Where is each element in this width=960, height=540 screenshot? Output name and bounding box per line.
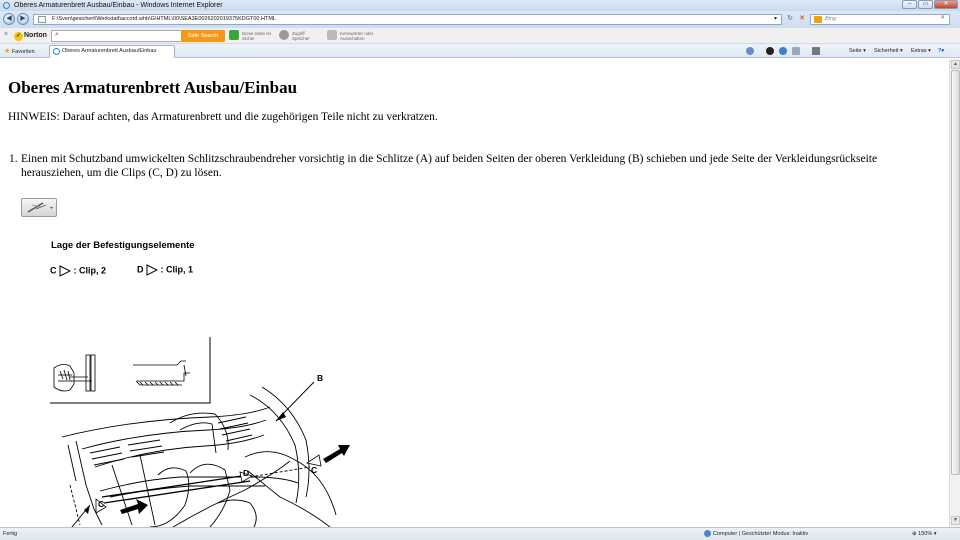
zoom-level: 150% [918,531,933,537]
magnifier-icon: ⌕ [55,31,59,38]
tool-info-button[interactable] [21,198,57,217]
mail-button[interactable] [792,46,800,56]
norton-close-icon[interactable]: × [4,31,8,38]
safety-menu[interactable]: Sicherheit ▾ [874,46,903,56]
back-arrow-icon: ◀ [6,15,12,22]
callout-b: B [317,373,324,383]
page-icon [38,16,46,23]
scroll-thumb[interactable] [951,70,960,475]
norton-brand: Norton [24,32,47,39]
research-button[interactable] [766,46,774,56]
address-dropdown-icon[interactable]: ▾ [774,15,777,22]
help-menu[interactable]: ?▾ [938,46,944,56]
back-button[interactable]: ◀ [3,13,15,25]
refresh-icon[interactable]: ↻ [785,14,795,24]
ie-logo-icon [3,2,10,9]
forward-arrow-icon: ▶ [20,15,26,22]
search-placeholder: Bing [825,16,837,22]
page-title: Oberes Armaturenbrett Ausbau/Einbau [8,78,298,97]
callout-c-right: C [311,465,318,475]
page-menu[interactable]: Seite ▾ [849,46,866,56]
computer-zone-icon [704,530,711,538]
forward-button[interactable]: ▶ [17,13,29,25]
address-input[interactable]: F:\Sven\gesichert\Werkstatt\accord.whb\G… [33,14,782,25]
fastener-figure: Lage der Befestigungselemente C : Clip, … [40,235,350,527]
home-button[interactable] [746,46,754,56]
callout-d: D [243,468,250,478]
password-icon [327,30,337,40]
tab-title: Oberes Armaturenbrett Ausbau/Einbau [62,48,157,54]
norton-search-input[interactable]: ⌕ [51,30,182,42]
search-input[interactable]: Bing [810,14,950,25]
vault-icon [279,30,289,40]
tool-line2: Sicher [242,36,255,41]
info-icon [766,46,774,55]
clip-c-drawing [53,354,96,392]
feed-icon [779,46,787,55]
close-button[interactable]: ✕ [934,0,958,9]
tool-line2: Speicher [292,36,310,41]
status-text: Fertig [3,531,18,537]
screwdriver-icon [27,202,53,213]
home-icon [746,46,754,55]
norton-toolbar: × ✓ Norton ⌕ Safe Search Diese Seite ist S… [0,28,960,44]
step-text: Einen mit Schutzband umwickelten Schlitz… [21,153,878,179]
zone-text: Computer | Geschützter Modus: Inaktiv [713,531,809,537]
title-bar: Oberes Armaturenbrett Ausbau/Einbau - Wi… [0,0,960,11]
norton-check-icon: ✓ [14,32,23,41]
extras-menu[interactable]: Extras ▾ [911,46,931,56]
rss-button[interactable] [779,46,787,56]
pull-arrow-icon [323,445,350,463]
status-bar: Fertig Computer | Geschützter Modus: Ina… [0,527,960,540]
page-content: Oberes Armaturenbrett Ausbau/Einbau HINW… [0,59,949,527]
search-icon[interactable]: ⌕ [941,14,945,22]
address-toolbar: ◀ ▶ F:\Sven\gesichert\Werkstatt\accord.w… [0,11,960,28]
printer-icon [812,46,820,55]
step-number: 1. [9,153,18,165]
callout-c-left: C [98,499,105,509]
window-title: Oberes Armaturenbrett Ausbau/Einbau - Wi… [14,2,223,9]
stop-icon[interactable]: ✕ [797,14,807,24]
scroll-up-icon[interactable]: ▲ [951,60,960,69]
print-button[interactable] [812,46,820,56]
favorites-button[interactable]: ★ Favoriten [4,47,35,55]
tool-line2: Ausschalten [340,36,365,41]
safe-search-button[interactable]: Safe Search [181,30,225,42]
minimize-button[interactable]: ‒ [902,0,917,9]
ie-page-icon [53,48,60,55]
window-controls: ‒ ▭ ✕ [901,0,958,10]
security-zone: Computer | Geschützter Modus: Inaktiv [704,528,808,540]
vertical-scrollbar[interactable]: ▲ ▼ [949,59,960,527]
shield-check-icon [229,30,239,40]
maximize-button[interactable]: ▭ [918,0,933,9]
dashboard-illustration [50,337,350,527]
scroll-down-icon[interactable]: ▼ [951,516,960,525]
bing-logo-icon [814,16,822,23]
tab-active[interactable]: Oberes Armaturenbrett Ausbau/Einbau [49,45,175,58]
zoom-control[interactable]: ⊕ 150% ▾ [912,528,937,540]
mail-icon [792,46,800,55]
favorites-label: Favoriten [11,49,35,55]
clip-d-drawing [133,360,190,386]
norton-logo: ✓ Norton [14,30,47,41]
note-text: HINWEIS: Darauf achten, das Armaturenbre… [8,111,438,123]
address-url: F:\Sven\gesichert\Werkstatt\accord.whb\G… [52,16,276,22]
tab-bar: ★ Favoriten Oberes Armaturenbrett Ausbau… [0,44,960,58]
star-icon: ★ [4,48,11,55]
